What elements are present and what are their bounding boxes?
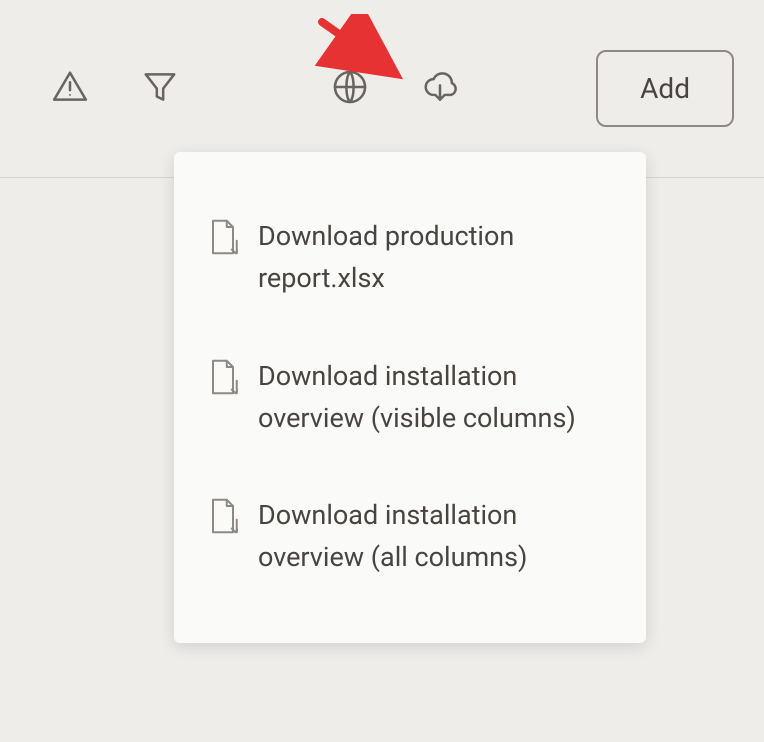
dropdown-item-overview-visible[interactable]: Download installation overview (visible … xyxy=(174,328,646,468)
dropdown-item-label: Download production report.xlsx xyxy=(258,216,612,300)
globe-icon xyxy=(331,68,369,110)
globe-icon-button[interactable] xyxy=(320,59,380,119)
file-download-icon xyxy=(208,497,238,535)
dropdown-item-label: Download installation overview (visible … xyxy=(258,356,612,440)
warning-icon-button[interactable] xyxy=(40,59,100,119)
dropdown-item-label: Download installation overview (all colu… xyxy=(258,495,612,579)
download-cloud-icon-button[interactable] xyxy=(410,59,470,119)
add-button[interactable]: Add xyxy=(596,50,734,127)
dropdown-item-overview-all[interactable]: Download installation overview (all colu… xyxy=(174,467,646,607)
filter-icon-button[interactable] xyxy=(130,59,190,119)
download-cloud-icon xyxy=(421,68,459,110)
download-dropdown: Download production report.xlsx Download… xyxy=(174,152,646,643)
dropdown-item-production-report[interactable]: Download production report.xlsx xyxy=(174,188,646,328)
file-download-icon xyxy=(208,218,238,256)
file-download-icon xyxy=(208,358,238,396)
filter-funnel-icon xyxy=(141,68,179,110)
warning-triangle-icon xyxy=(51,68,89,110)
